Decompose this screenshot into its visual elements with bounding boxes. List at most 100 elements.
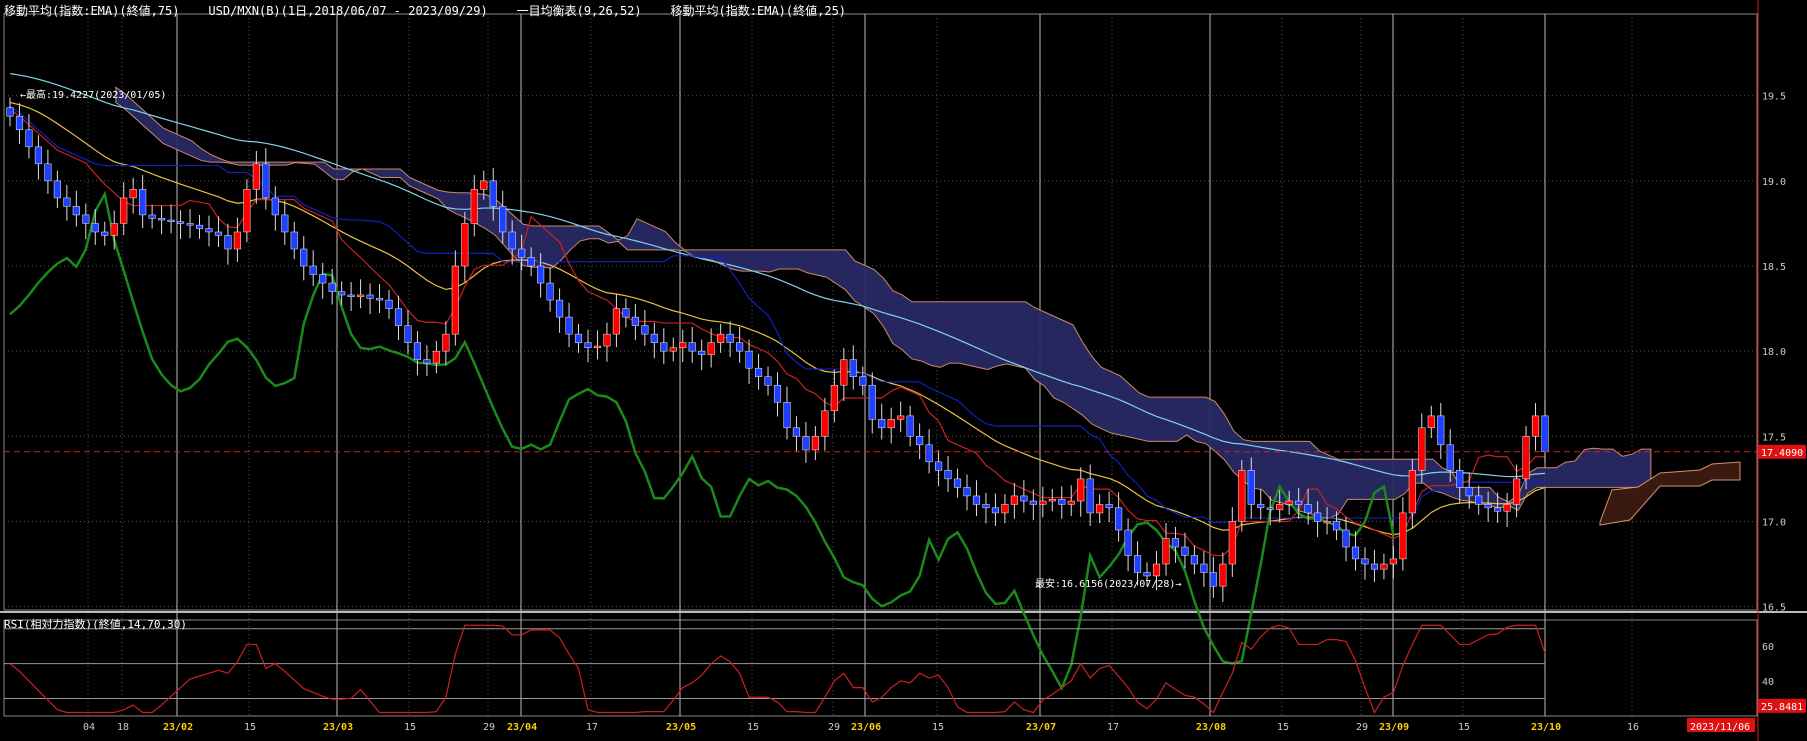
candle [556,299,564,318]
candle [1152,563,1161,577]
candle [101,231,109,236]
candle [347,294,355,297]
candle [1522,436,1530,480]
candle [129,189,137,199]
candle [271,197,279,216]
candle [868,384,876,420]
candle [404,325,412,343]
candle [1020,495,1028,502]
candle [953,478,962,488]
x-tick-label: 15 [244,722,256,733]
low-annotation: 最安:16.6156(2023/07/28)→ [1035,577,1181,590]
candle [158,218,166,221]
candle [1209,572,1217,587]
candle [1342,529,1350,548]
candle [252,163,260,190]
x-tick-label: 23/10 [1531,722,1561,733]
candle [328,282,336,292]
candle [461,223,469,267]
candle [1314,512,1322,522]
candle [34,146,42,165]
candle [1247,470,1255,505]
candle [773,384,782,403]
candle [1048,499,1056,502]
x-tick-label: 17 [586,722,598,733]
candle [72,206,80,216]
candle [110,223,118,236]
x-tick-label: 16 [1627,722,1639,733]
candle [565,316,573,335]
candle [612,308,620,335]
x-tick-label: 17 [1107,722,1119,733]
candle [139,189,147,216]
candle [1257,504,1265,509]
candle [518,248,526,258]
symbol-label: USD/MXN(B)(1日,2018/06/07 - 2023/09/29) [208,4,488,18]
candle [593,345,602,349]
candle [944,470,952,480]
x-tick-label: 23/07 [1026,722,1056,733]
x-tick-label: 04 [83,722,95,733]
candle [63,197,71,207]
y-tick-label: 17.0 [1762,517,1786,528]
candle [1285,500,1293,505]
candle [186,223,194,226]
candle [290,231,298,250]
y-tick-label: 19.0 [1762,177,1786,188]
candle [167,219,175,222]
candle [972,495,981,505]
candle [1010,495,1018,505]
rsi-header: RSI(相対力指数)(終値,14,70,30) [4,618,187,631]
x-tick-label: 29 [1356,722,1368,733]
rsi-tick-label: 60 [1762,642,1774,653]
candle [660,342,668,352]
x-tick-label: 23/06 [851,722,881,733]
x-tick-label: 15 [932,722,944,733]
candle [650,333,658,343]
candle [1219,563,1227,587]
candle [1370,563,1379,570]
candlestick-chart[interactable]: 19.5 19.0 18.5 18.0 17.5 17.0 16.5 04 18 23/02 15 2… [0,0,1807,741]
candle [622,308,630,318]
candle [745,350,753,369]
candle [792,427,801,437]
candle [205,228,213,233]
candle [1124,529,1132,556]
candle [1408,470,1416,514]
chikou-span-line [9,190,1395,692]
candle [1171,538,1180,548]
candle [423,359,431,364]
chart-root: 19.5 19.0 18.5 18.0 17.5 17.0 16.5 04 18 23/02 15 2… [0,0,1807,741]
candle [811,436,819,451]
candle [935,461,943,471]
candle [574,333,583,343]
candle [1105,504,1113,509]
candle [176,221,185,224]
candle [499,206,507,233]
candle [584,342,592,349]
candle [195,224,204,229]
candle [1323,521,1331,524]
rsi-line [9,624,1546,714]
candle [1389,558,1397,565]
candle [1446,444,1454,471]
ema75-label: 移動平均(指数:EMA)(終値,75) [4,4,180,18]
candle [1096,504,1104,514]
candle [916,436,924,446]
candle [887,419,895,429]
x-tick-label: 23/04 [507,722,537,733]
candle [224,235,232,250]
candle [546,282,554,301]
candle [6,107,14,117]
candle [963,487,971,497]
candle [726,333,734,343]
candle [300,248,308,267]
candle [878,419,886,429]
candle [1494,507,1502,512]
candle [1513,478,1521,505]
rsi-tick-label: 40 [1762,677,1774,688]
candle [1351,546,1360,560]
x-tick-label: 2023/11/06 [1690,722,1750,733]
candle [309,265,317,275]
candle [679,342,687,349]
